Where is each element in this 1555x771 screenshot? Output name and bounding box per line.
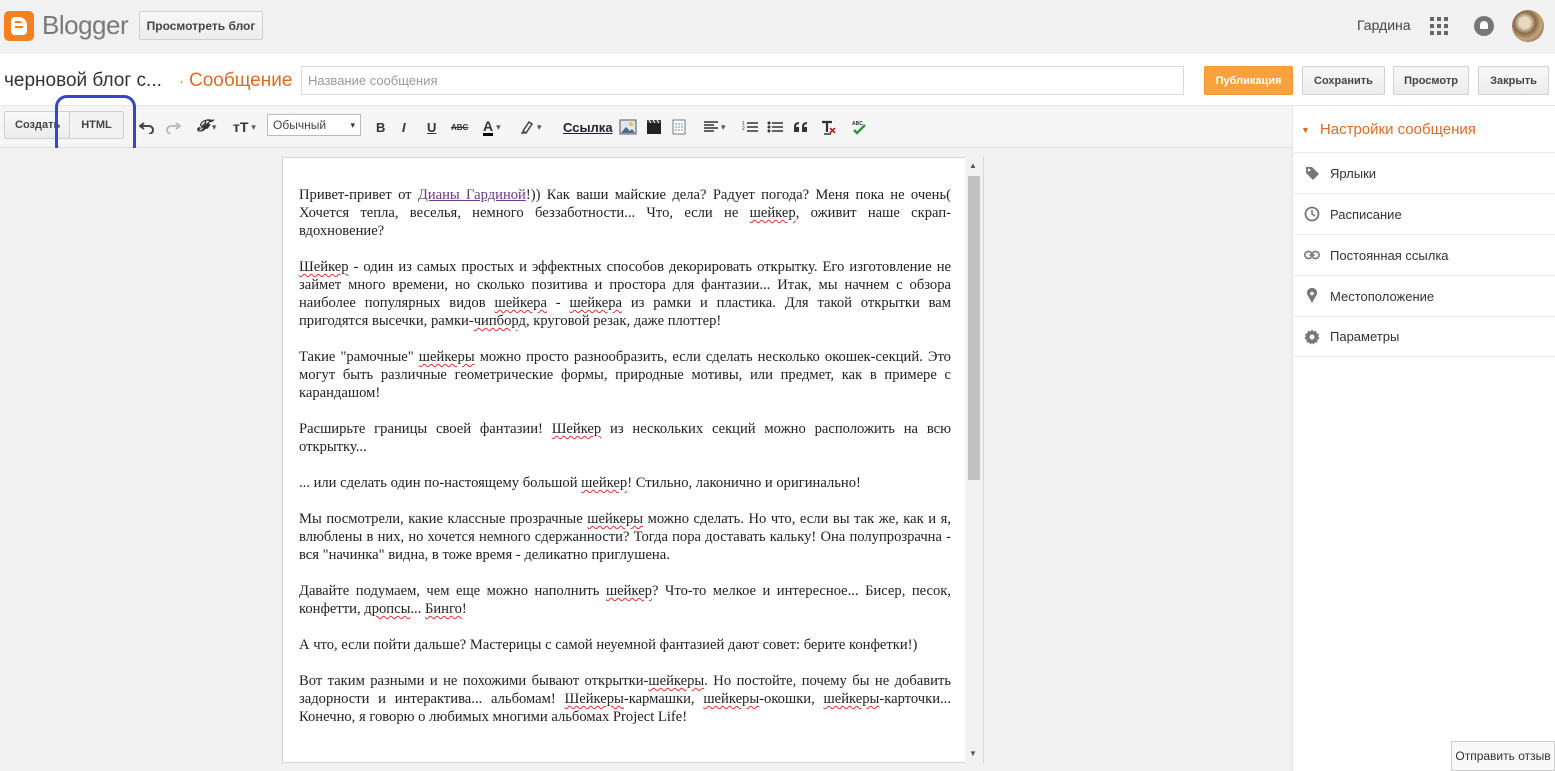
format-value: Обычный	[273, 118, 327, 132]
text-color-button[interactable]: A ▾	[483, 106, 501, 148]
text-color-icon: A	[483, 117, 494, 136]
paragraph: Давайте подумаем, чем еще можно наполнит…	[299, 583, 952, 617]
sidebar-item-schedule[interactable]: Расписание	[1293, 193, 1555, 234]
link-icon	[1304, 247, 1320, 263]
chevron-down-icon: ▾	[496, 121, 501, 132]
sidebar-item-label: Местоположение	[1330, 288, 1435, 304]
compose-mode-tab[interactable]: Создать	[4, 111, 70, 139]
strikethrough-button[interactable]: ABC	[451, 106, 468, 148]
redo-icon[interactable]	[165, 106, 181, 148]
align-left-icon	[704, 121, 718, 132]
svg-text:ABC: ABC	[852, 121, 863, 127]
highlighter-icon	[521, 120, 534, 134]
post-settings-header[interactable]: ▼ Настройки сообщения	[1301, 121, 1476, 138]
sidebar-item-label: Расписание	[1330, 206, 1402, 222]
gear-icon	[1304, 329, 1320, 345]
scrollbar-thumb[interactable]	[968, 176, 980, 480]
paragraph: Расширьте границы своей фантазии! Шейкер…	[299, 421, 951, 455]
post-settings-title: Настройки сообщения	[1319, 121, 1476, 138]
remove-formatting-icon[interactable]	[820, 106, 836, 148]
logo-text: Blogger	[42, 10, 129, 40]
post-editor[interactable]: Привет-привет от Дианы Гардиной!)) Как в…	[282, 157, 984, 763]
post-title-bar: черновой блог с... · Сообщение Публикация…	[0, 54, 1555, 106]
insert-video-icon[interactable]	[646, 106, 662, 148]
highlight-color-button[interactable]: ▾	[520, 106, 542, 148]
sidebar-item-permalink[interactable]: Постоянная ссылка	[1293, 234, 1555, 275]
post-settings-sidebar: ▼ Настройки сообщения Ярлыки Расписание …	[1292, 106, 1555, 771]
text-size-icon: тT	[233, 119, 249, 135]
top-bar: Blogger Просмотреть блог Гардина	[0, 0, 1555, 54]
sidebar-item-label: Параметры	[1330, 329, 1400, 344]
view-blog-button[interactable]: Просмотреть блог	[139, 11, 263, 40]
sidebar-item-options[interactable]: Параметры	[1293, 316, 1555, 357]
paragraph: Шейкер - один из самых простых и эффектн…	[299, 259, 951, 329]
collapse-triangle-icon: ▼	[1301, 124, 1310, 135]
underline-button[interactable]: U	[427, 106, 436, 148]
chevron-down-icon: ▾	[537, 121, 542, 132]
publish-button[interactable]: Публикация	[1204, 66, 1293, 95]
sidebar-item-location[interactable]: Местоположение	[1293, 275, 1555, 316]
preview-button[interactable]: Просмотр	[1393, 66, 1469, 95]
paragraph: Мы посмотрели, какие классные прозрачные…	[299, 511, 951, 563]
blog-name[interactable]: черновой блог с...	[4, 70, 162, 92]
author-link[interactable]: Дианы Гардиной	[418, 187, 526, 203]
send-feedback-button[interactable]: Отправить отзыв	[1451, 741, 1555, 771]
avatar[interactable]	[1512, 10, 1544, 42]
paragraph: А что, если пойти дальше? Мастерицы с са…	[299, 637, 918, 653]
post-title-input[interactable]	[301, 66, 1184, 95]
user-name[interactable]: Гардина	[1357, 17, 1411, 33]
paragraph: Такие "рамочные" шейкеры можно просто ра…	[299, 349, 951, 401]
format-select[interactable]: Обычный ▾	[267, 114, 361, 136]
clock-icon	[1304, 206, 1320, 222]
quote-icon[interactable]	[793, 106, 808, 148]
chevron-down-icon: ▾	[251, 121, 256, 132]
save-button[interactable]: Сохранить	[1302, 66, 1385, 95]
paragraph: Привет-привет от Дианы Гардиной!)) Как в…	[299, 187, 951, 239]
svg-text:2: 2	[742, 126, 745, 132]
apps-grid-icon[interactable]	[1430, 17, 1448, 35]
paragraph: ... или сделать один по-настоящему больш…	[299, 475, 861, 491]
scroll-up-arrow-icon[interactable]: ▲	[969, 161, 977, 170]
chevron-down-icon: ▾	[211, 121, 217, 132]
section-title: · Сообщение	[179, 70, 292, 92]
italic-button[interactable]: I	[402, 106, 406, 148]
font-icon: 𝓕	[197, 118, 209, 135]
separator: ·	[179, 73, 184, 90]
label-icon	[1304, 165, 1320, 181]
font-family-button[interactable]: 𝓕 ▾	[197, 106, 216, 148]
align-button[interactable]: ▾	[704, 106, 726, 148]
location-icon	[1304, 288, 1320, 304]
close-button[interactable]: Закрыть	[1478, 66, 1549, 95]
insert-image-icon[interactable]	[619, 106, 637, 148]
numbered-list-icon[interactable]: 12	[742, 106, 758, 148]
sidebar-item-labels[interactable]: Ярлыки	[1293, 152, 1555, 193]
paragraph: Вот таким разными и не похожими бывают о…	[299, 673, 951, 725]
scroll-down-arrow-icon[interactable]: ▼	[969, 749, 977, 758]
section-label: Сообщение	[189, 70, 293, 91]
font-size-button[interactable]: тT ▾	[233, 106, 256, 148]
undo-icon[interactable]	[139, 106, 155, 148]
blogger-logo[interactable]: Blogger	[4, 10, 129, 41]
bold-button[interactable]: B	[376, 106, 385, 148]
chevron-down-icon: ▾	[721, 121, 726, 132]
sidebar-item-label: Постоянная ссылка	[1330, 247, 1449, 263]
link-button[interactable]: Ссылка	[563, 106, 613, 148]
post-body[interactable]: Привет-привет от Дианы Гардиной!)) Как в…	[299, 186, 951, 744]
chevron-down-icon: ▾	[350, 119, 355, 130]
html-mode-tab[interactable]: HTML	[69, 111, 124, 139]
editor-toolbar: Создать HTML 𝓕 ▾ тT ▾ Обычный ▾ B I U ABC …	[0, 106, 1292, 148]
blogger-logo-icon	[4, 10, 34, 41]
bulleted-list-icon[interactable]	[767, 106, 783, 148]
spellcheck-icon[interactable]: ABC	[851, 106, 867, 148]
sidebar-item-label: Ярлыки	[1330, 165, 1377, 181]
insert-jump-break-icon[interactable]	[672, 106, 686, 148]
notifications-icon[interactable]	[1474, 16, 1494, 36]
